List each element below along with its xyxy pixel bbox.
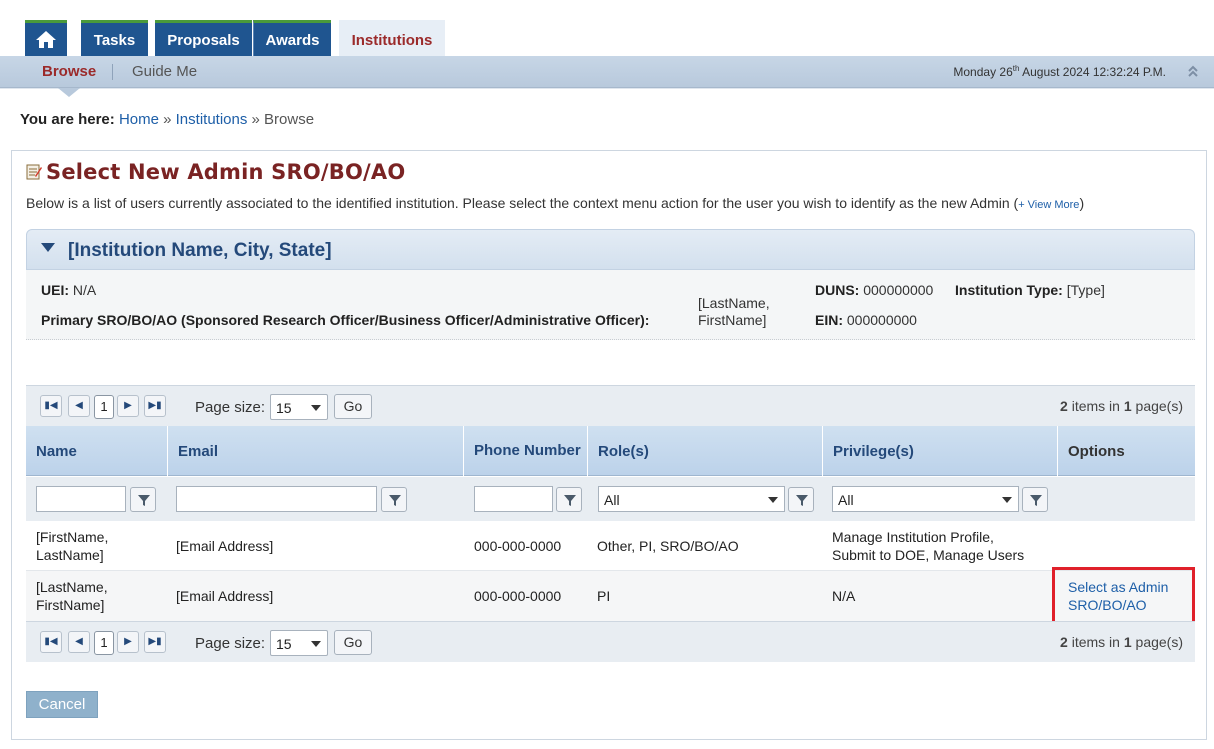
page-title: Select New Admin SRO/BO/AO <box>26 160 405 184</box>
current-datetime: Monday 26th August 2024 12:32:24 P.M. <box>953 64 1166 79</box>
dropdown-caret-icon <box>311 641 321 647</box>
view-more-link[interactable]: + View More <box>1018 199 1079 211</box>
column-email[interactable]: Email <box>168 426 464 476</box>
description-text: Below is a list of users currently assoc… <box>26 195 1019 211</box>
breadcrumb-separator: » <box>163 111 172 128</box>
next-page-icon[interactable]: ▶ <box>117 395 139 417</box>
cell-privileges: Manage Institution Profile, Submit to DOE… <box>832 529 1025 563</box>
go-button[interactable]: Go <box>334 630 372 655</box>
primary-officer-value: [LastName, FirstName] <box>698 295 770 328</box>
subnav-divider <box>112 64 113 80</box>
cell-phone: 000-000-0000 <box>474 588 562 604</box>
table-row[interactable]: [FirstName, LastName] [Email Address] 000… <box>26 521 1195 571</box>
role-filter-select[interactable]: All <box>598 486 785 512</box>
tab-awards[interactable]: Awards <box>253 20 331 56</box>
active-subnav-pointer <box>58 88 80 97</box>
breadcrumb: You are here: Home » Institutions » Brow… <box>20 111 314 128</box>
prev-page-icon[interactable]: ◀ <box>68 631 90 653</box>
cancel-button[interactable]: Cancel <box>26 691 98 718</box>
last-page-icon[interactable]: ▶▮ <box>144 395 166 417</box>
page-size-label: Page size: <box>195 635 266 652</box>
ein-field: EIN: 000000000 <box>815 312 917 328</box>
filter-icon[interactable] <box>1022 487 1048 512</box>
breadcrumb-label: You are here: <box>20 111 115 128</box>
dropdown-caret-icon <box>311 405 321 411</box>
primary-officer-label: Primary SRO/BO/AO (Sponsored Research Of… <box>41 312 650 328</box>
pager-info: 2 items in 1 page(s) <box>1060 398 1183 414</box>
pager-top: ▮◀ ◀ 1 ▶ ▶▮ Page size: 15 Go 2 items in … <box>26 385 1195 426</box>
top-navigation: Tasks Proposals Awards Institutions <box>0 0 1214 56</box>
duns-field: DUNS: 000000000 <box>815 282 934 298</box>
filter-row: All All <box>26 477 1195 521</box>
filter-icon[interactable] <box>556 487 582 512</box>
email-filter-input[interactable] <box>176 486 377 512</box>
next-page-icon[interactable]: ▶ <box>117 631 139 653</box>
breadcrumb-separator: » <box>251 111 260 128</box>
sub-navigation: Browse Guide Me Monday 26th August 2024 … <box>0 56 1214 88</box>
column-phone[interactable]: Phone Number <box>464 426 588 476</box>
pager-bottom: ▮◀ ◀ 1 ▶ ▶▮ Page size: 15 Go 2 items in … <box>26 621 1195 662</box>
tab-institutions[interactable]: Institutions <box>339 20 445 56</box>
home-icon <box>35 27 57 48</box>
tab-proposals[interactable]: Proposals <box>155 20 252 56</box>
prev-page-icon[interactable]: ◀ <box>68 395 90 417</box>
institution-name: [Institution Name, City, State] <box>68 240 332 261</box>
edit-note-icon <box>26 161 42 180</box>
cell-roles: PI <box>597 588 611 604</box>
breadcrumb-institutions[interactable]: Institutions <box>176 111 248 128</box>
column-name[interactable]: Name <box>26 426 168 476</box>
collapse-up-icon[interactable] <box>1186 64 1200 80</box>
breadcrumb-home[interactable]: Home <box>119 111 159 128</box>
breadcrumb-current: Browse <box>264 111 315 128</box>
highlight-box <box>1052 567 1195 625</box>
pager-info: 2 items in 1 page(s) <box>1060 634 1183 650</box>
tab-tasks[interactable]: Tasks <box>81 20 148 56</box>
page-size-select[interactable]: 15 <box>270 394 328 420</box>
page-description: Below is a list of users currently assoc… <box>26 195 1084 211</box>
institution-details: UEI: N/A Primary SRO/BO/AO (Sponsored Re… <box>26 270 1195 340</box>
cell-phone: 000-000-0000 <box>474 538 562 554</box>
cell-options <box>1058 521 1195 571</box>
cell-email: [Email Address] <box>176 588 274 604</box>
subnav-guide-me[interactable]: Guide Me <box>132 63 197 80</box>
cell-privileges: N/A <box>832 588 856 604</box>
column-privileges[interactable]: Privilege(s) <box>823 426 1058 476</box>
cell-email: [Email Address] <box>176 538 274 554</box>
uei-field: UEI: N/A <box>41 282 97 298</box>
institution-header[interactable]: [Institution Name, City, State] <box>26 229 1195 270</box>
column-options: Options <box>1068 442 1125 460</box>
filter-icon[interactable] <box>381 487 407 512</box>
cell-name: [LastName, FirstName] <box>36 579 108 613</box>
first-page-icon[interactable]: ▮◀ <box>40 631 62 653</box>
current-page[interactable]: 1 <box>94 631 114 655</box>
subnav-browse[interactable]: Browse <box>42 63 96 80</box>
name-filter-input[interactable] <box>36 486 126 512</box>
page-size-select[interactable]: 15 <box>270 630 328 656</box>
dropdown-caret-icon <box>1002 497 1012 503</box>
expand-triangle-icon[interactable] <box>41 243 55 252</box>
phone-filter-input[interactable] <box>474 486 553 512</box>
last-page-icon[interactable]: ▶▮ <box>144 631 166 653</box>
filter-icon[interactable] <box>788 487 814 512</box>
filter-icon[interactable] <box>130 487 156 512</box>
cell-roles: Other, PI, SRO/BO/AO <box>597 538 739 554</box>
description-close: ) <box>1079 195 1085 211</box>
table-row[interactable]: [LastName, FirstName] [Email Address] 000… <box>26 571 1195 621</box>
page-size-label: Page size: <box>195 399 266 416</box>
tab-home[interactable] <box>25 20 67 56</box>
first-page-icon[interactable]: ▮◀ <box>40 395 62 417</box>
column-roles[interactable]: Role(s) <box>588 426 823 476</box>
dropdown-caret-icon <box>768 497 778 503</box>
go-button[interactable]: Go <box>334 394 372 419</box>
page-title-text: Select New Admin SRO/BO/AO <box>46 160 406 184</box>
current-page[interactable]: 1 <box>94 395 114 419</box>
cell-name: [FirstName, LastName] <box>36 529 109 563</box>
grid-header: Name Email Phone Number Role(s) Privileg… <box>26 426 1195 476</box>
privilege-filter-select[interactable]: All <box>832 486 1019 512</box>
institution-type-field: Institution Type: [Type] <box>955 282 1105 298</box>
